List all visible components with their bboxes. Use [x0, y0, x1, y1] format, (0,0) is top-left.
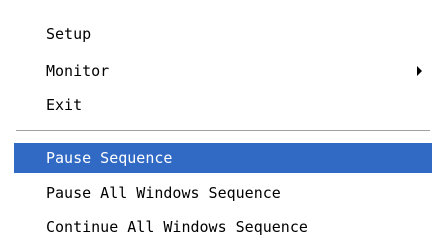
menu-item-label: Pause All Windows Sequence [46, 184, 281, 202]
menu-separator [16, 130, 430, 132]
menu-item-monitor[interactable]: Monitor [14, 56, 432, 86]
menu-item-label: Exit [46, 96, 83, 114]
menu-item-label: Pause Sequence [46, 149, 173, 167]
menu-item-setup[interactable]: Setup [14, 19, 432, 49]
menu-item-label: Monitor [46, 62, 110, 80]
menu-item-continue-all-windows-sequence[interactable]: Continue All Windows Sequence [14, 212, 432, 242]
context-menu: Setup Monitor Exit Pause Sequence Pause … [0, 0, 436, 248]
menu-item-label: Setup [46, 25, 92, 43]
menu-item-exit[interactable]: Exit [14, 90, 432, 120]
menu-item-pause-sequence[interactable]: Pause Sequence [14, 143, 432, 173]
chevron-right-icon [417, 66, 422, 76]
menu-item-label: Continue All Windows Sequence [46, 218, 308, 236]
menu-item-pause-all-windows-sequence[interactable]: Pause All Windows Sequence [14, 178, 432, 208]
